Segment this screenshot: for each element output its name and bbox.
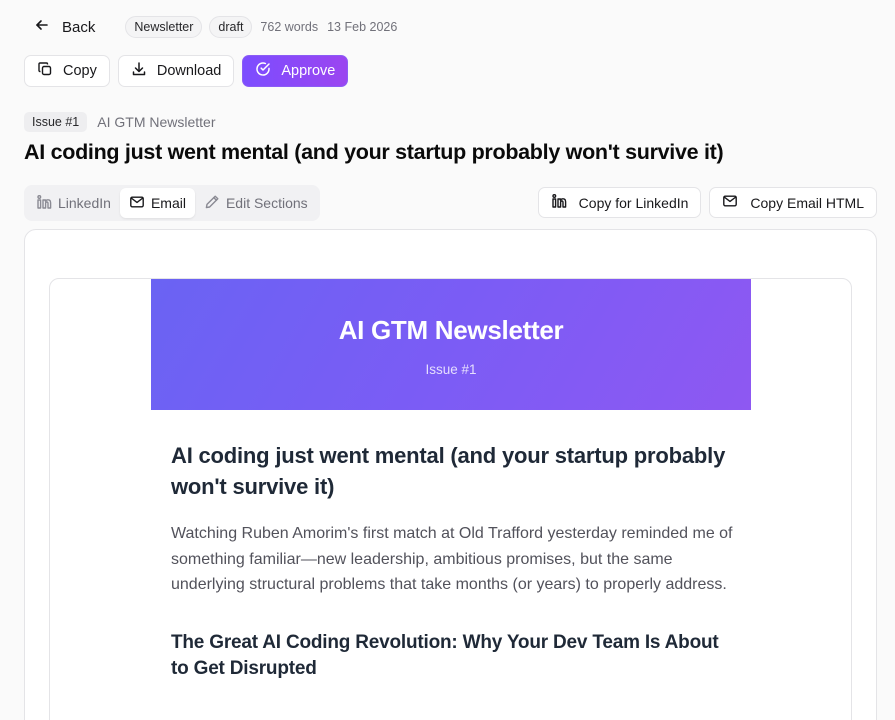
check-circle-icon xyxy=(255,61,271,81)
email-header-issue: Issue #1 xyxy=(425,362,477,377)
email-headline: AI coding just went mental (and your sta… xyxy=(171,443,726,499)
tab-email[interactable]: Email xyxy=(119,188,195,218)
tab-edit-sections-label: Edit Sections xyxy=(225,195,308,211)
arrow-left-icon xyxy=(34,17,50,37)
tab-linkedin[interactable]: LinkedIn xyxy=(27,188,120,218)
pencil-icon xyxy=(204,194,220,213)
tab-linkedin-label: LinkedIn xyxy=(58,195,111,211)
copy-email-html-label: Copy Email HTML xyxy=(750,194,864,211)
download-button[interactable]: Download xyxy=(117,55,235,87)
tab-email-label: Email xyxy=(150,195,186,211)
email-section-heading: The Great AI Coding Revolution: Why Your… xyxy=(171,632,719,680)
copy-label: Copy xyxy=(63,63,97,79)
email-body: AI coding just went mental (and your sta… xyxy=(171,440,736,682)
issue-row: Issue #1 AI GTM Newsletter xyxy=(24,112,216,132)
action-toolbar: Copy Download Approve xyxy=(24,55,349,87)
copy-for-linkedin-label: Copy for LinkedIn xyxy=(578,194,689,211)
tab-edit-sections[interactable]: Edit Sections xyxy=(195,188,317,218)
copy-icon xyxy=(37,61,53,81)
page-title: AI coding just went mental (and your sta… xyxy=(24,140,724,164)
email-header-title: AI GTM Newsletter xyxy=(338,315,564,345)
mail-icon xyxy=(129,194,145,213)
email-header-banner: AI GTM Newsletter Issue #1 xyxy=(151,279,751,410)
copy-for-linkedin-button[interactable]: Copy for LinkedIn xyxy=(537,187,702,218)
type-badge: Newsletter xyxy=(125,16,203,38)
back-label: Back xyxy=(62,18,96,36)
export-toolbar: Copy for LinkedIn Copy Email HTML xyxy=(537,187,877,218)
linkedin-icon xyxy=(551,193,567,212)
copy-button[interactable]: Copy xyxy=(24,55,110,87)
view-tabs: LinkedIn Email Edit Sections xyxy=(24,185,320,221)
top-bar: Back Newsletter draft 762 words 13 Feb 2… xyxy=(24,14,397,40)
email-intro-paragraph: Watching Ruben Amorim's first match at O… xyxy=(171,525,733,594)
approve-button[interactable]: Approve xyxy=(242,55,349,87)
copy-email-html-button[interactable]: Copy Email HTML xyxy=(709,187,877,218)
status-badge: draft xyxy=(209,16,253,38)
newsletter-name: AI GTM Newsletter xyxy=(97,114,216,130)
word-count: 762 words xyxy=(260,20,319,34)
approve-label: Approve xyxy=(281,63,336,79)
mail-icon xyxy=(722,193,738,212)
linkedin-icon xyxy=(36,194,52,213)
download-label: Download xyxy=(156,63,222,79)
back-button[interactable]: Back xyxy=(24,14,105,40)
date-label: 13 Feb 2026 xyxy=(327,20,398,34)
download-icon xyxy=(131,61,147,81)
issue-badge: Issue #1 xyxy=(24,112,88,132)
